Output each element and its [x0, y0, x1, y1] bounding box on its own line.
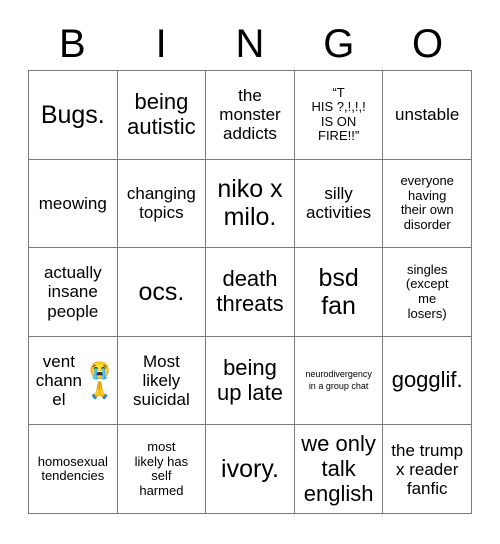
bingo-cell-label: the trump x reader fanfic [391, 440, 464, 498]
bingo-cell-label: actually insane people [43, 263, 102, 321]
header-letter-o: O [412, 22, 444, 66]
bingo-cell[interactable]: bsd fan [294, 248, 384, 337]
bingo-cell[interactable]: gogglif. [383, 336, 472, 426]
bingo-cell[interactable]: changing topics [117, 159, 207, 249]
bingo-cell-label: most likely has self harmed [134, 439, 189, 498]
bingo-cell[interactable]: unstable [383, 71, 472, 160]
bingo-cell[interactable]: “T HIS ?,!,!,! IS ON FIRE!!” [294, 71, 384, 160]
bingo-cell[interactable]: death threats [206, 248, 295, 337]
bingo-cell-label: everyone having their own disorder [400, 173, 454, 232]
header-letter-g: G [323, 22, 355, 66]
bingo-cell-label: silly activities [306, 184, 372, 223]
bingo-cell-label: meowing [38, 193, 107, 213]
bingo-cell-label: ivory. [221, 455, 279, 484]
header-letter-n: N [235, 22, 265, 66]
bingo-cell-label: homosexual tendencies [37, 453, 108, 484]
bingo-cell[interactable]: meowing [29, 159, 118, 249]
bingo-cell[interactable]: silly activities [294, 159, 384, 249]
bingo-cell-label: niko x milo. [217, 175, 283, 232]
bingo-cell[interactable]: being autistic [117, 71, 207, 160]
header-letter-b: B [59, 22, 86, 66]
bingo-cell-label: death threats [216, 266, 284, 316]
bingo-cell-emoji: 😭🙏 [89, 360, 111, 401]
bingo-cell[interactable]: being up late [206, 336, 295, 426]
bingo-cell[interactable]: Bugs. [29, 71, 118, 160]
bingo-cell-label: ocs. [138, 277, 185, 306]
bingo-cell-label: being up late [216, 354, 284, 405]
bingo-cell-label: Most likely suicidal [133, 352, 190, 410]
bingo-cell[interactable]: everyone having their own disorder [383, 159, 472, 249]
bingo-cell[interactable]: actually insane people [29, 248, 118, 337]
bingo-header: B I N G O [28, 18, 472, 70]
bingo-cell[interactable]: singles (except me losers) [383, 248, 472, 337]
bingo-cell-label: being autistic [127, 89, 196, 139]
bingo-cell[interactable]: ocs. [117, 248, 207, 337]
bingo-cell-label: we only talk english [301, 431, 376, 506]
bingo-cell[interactable]: vent channel 😭🙏 [29, 336, 118, 426]
bingo-cell-label: singles (except me losers) [405, 261, 449, 321]
bingo-cell-label: neurodivergency in a group chat [305, 369, 372, 391]
header-letter-i: I [155, 22, 167, 66]
bingo-cell[interactable]: the monster addicts [206, 71, 295, 160]
bingo-cell[interactable]: niko x milo. [206, 159, 295, 249]
bingo-cell-label: gogglif. [391, 367, 463, 393]
bingo-cell[interactable]: Most likely suicidal [117, 336, 207, 426]
bingo-card: B I N G O Bugs. being autistic the monster… [0, 0, 500, 544]
bingo-grid: Bugs. being autistic the monster addicts “T… [28, 70, 472, 514]
bingo-cell-label: vent channel [35, 352, 83, 410]
bingo-cell-label: “T HIS ?,!,!,! IS ON FIRE!!” [311, 84, 366, 144]
bingo-cell-label: bsd fan [318, 263, 359, 320]
bingo-cell[interactable]: the trump x reader fanfic [383, 425, 472, 514]
bingo-cell-label: changing topics [126, 184, 196, 223]
bingo-cell-label: unstable [395, 105, 460, 125]
bingo-cell-label: Bugs. [40, 100, 105, 129]
bingo-cell[interactable]: we only talk english [294, 425, 384, 514]
bingo-cell[interactable]: neurodivergency in a group chat [294, 336, 384, 426]
bingo-cell[interactable]: ivory. [206, 425, 295, 514]
bingo-cell[interactable]: most likely has self harmed [117, 425, 207, 514]
bingo-cell[interactable]: homosexual tendencies [29, 425, 118, 514]
bingo-cell-label: the monster addicts [219, 86, 281, 144]
